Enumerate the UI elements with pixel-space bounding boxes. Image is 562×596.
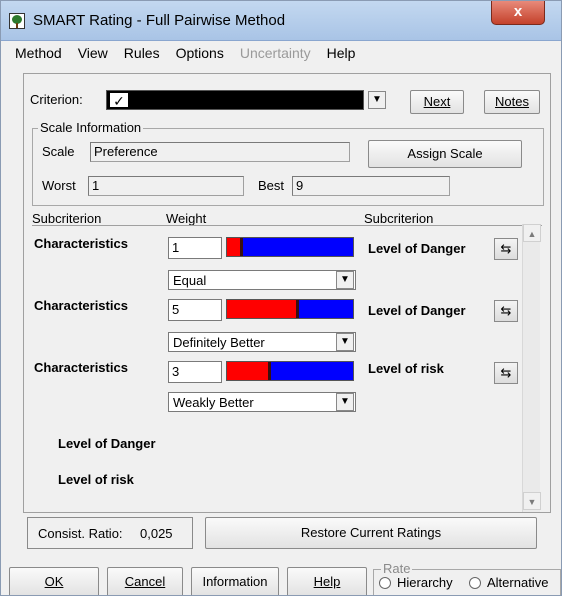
row-1-dropdown-arrow-icon[interactable]: ▼ [336,271,354,289]
help-button[interactable]: Help [287,567,367,595]
smart-rating-window: SMART Rating - Full Pairwise Method x Me… [0,0,562,596]
window-title: SMART Rating - Full Pairwise Method [33,12,286,29]
row-2-dropdown-arrow-icon[interactable]: ▼ [336,333,354,351]
row-2-weight-input[interactable]: 5 [168,299,222,321]
scale-information-title: Scale Information [38,120,144,135]
scale-field: Preference [90,142,350,162]
row-3-left-subcriterion: Characteristics [34,360,128,375]
scale-label: Scale [42,144,75,159]
row-3-weight-bar[interactable] [226,361,354,381]
app-tree-icon [9,13,25,29]
row-1-left-subcriterion: Characteristics [34,236,128,251]
column-subcriterion-left: Subcriterion [32,211,102,226]
worst-label: Worst [42,178,76,193]
row-3-relation-select[interactable]: Weakly Better [168,392,356,412]
rate-alternative-radio[interactable] [469,577,481,589]
menu-rules[interactable]: Rules [116,42,168,64]
row-1-relation-select[interactable]: Equal [168,270,356,290]
rate-title: Rate [381,561,413,576]
close-button[interactable]: x [491,1,545,25]
worst-field: 1 [88,176,244,196]
row-2-swap-icon[interactable]: ⇆ [494,300,518,322]
column-weight: Weight [166,211,207,226]
ok-button[interactable]: OK [9,567,99,595]
scroll-up-arrow-icon[interactable]: ▲ [523,224,541,242]
row-3-right-subcriterion: Level of risk [368,361,444,376]
rate-hierarchy-radio[interactable] [379,577,391,589]
row-1-weight-input[interactable]: 1 [168,237,222,259]
consist-ratio-label: Consist. Ratio: [38,526,123,541]
criterion-select[interactable]: ✓ [106,90,364,110]
criterion-dropdown-arrow-icon[interactable]: ▼ [368,91,386,109]
criterion-label: Criterion: [30,92,83,107]
row-2-right-subcriterion: Level of Danger [368,303,466,318]
row-3-weight-input[interactable]: 3 [168,361,222,383]
notes-button[interactable]: Notes [484,90,540,114]
next-button[interactable]: Next [410,90,464,114]
title-bar: SMART Rating - Full Pairwise Method x [1,1,561,41]
consistency-box: Consist. Ratio: 0,025 [27,517,193,549]
best-field: 9 [292,176,450,196]
pending-item-level-of-danger: Level of Danger [58,436,156,451]
best-label: Best [258,178,285,193]
menu-options[interactable]: Options [168,42,232,64]
menu-help[interactable]: Help [319,42,364,64]
menu-bar: Method View Rules Options Uncertainty He… [1,42,561,64]
row-2-relation-select[interactable]: Definitely Better [168,332,356,352]
row-1-right-subcriterion: Level of Danger [368,241,466,256]
row-3-dropdown-arrow-icon[interactable]: ▼ [336,393,354,411]
information-button[interactable]: Information [191,567,279,595]
scroll-down-arrow-icon[interactable]: ▼ [523,492,541,510]
menu-view[interactable]: View [70,42,116,64]
rate-alternative-label: Alternative [487,575,549,590]
assign-scale-button[interactable]: Assign Scale [368,140,522,168]
row-3-swap-icon[interactable]: ⇆ [494,362,518,384]
row-2-weight-bar[interactable] [226,299,354,319]
cancel-button[interactable]: Cancel [107,567,183,595]
column-subcriterion-right: Subcriterion [364,211,434,226]
vertical-scrollbar[interactable]: ▲ ▼ [522,224,541,512]
row-2-left-subcriterion: Characteristics [34,298,128,313]
row-1-weight-bar[interactable] [226,237,354,257]
menu-method[interactable]: Method [7,42,70,64]
restore-current-ratings-button[interactable]: Restore Current Ratings [205,517,537,549]
rate-hierarchy-label: Hierarchy [397,575,453,590]
consist-ratio-value: 0,025 [140,526,173,541]
row-1-swap-icon[interactable]: ⇆ [494,238,518,260]
pending-item-level-of-risk: Level of risk [58,472,134,487]
check-icon: ✓ [109,92,129,109]
menu-uncertainty: Uncertainty [239,45,311,61]
rating-panel: Criterion: ✓ ▼ Next Notes Scale Informat… [23,73,551,513]
